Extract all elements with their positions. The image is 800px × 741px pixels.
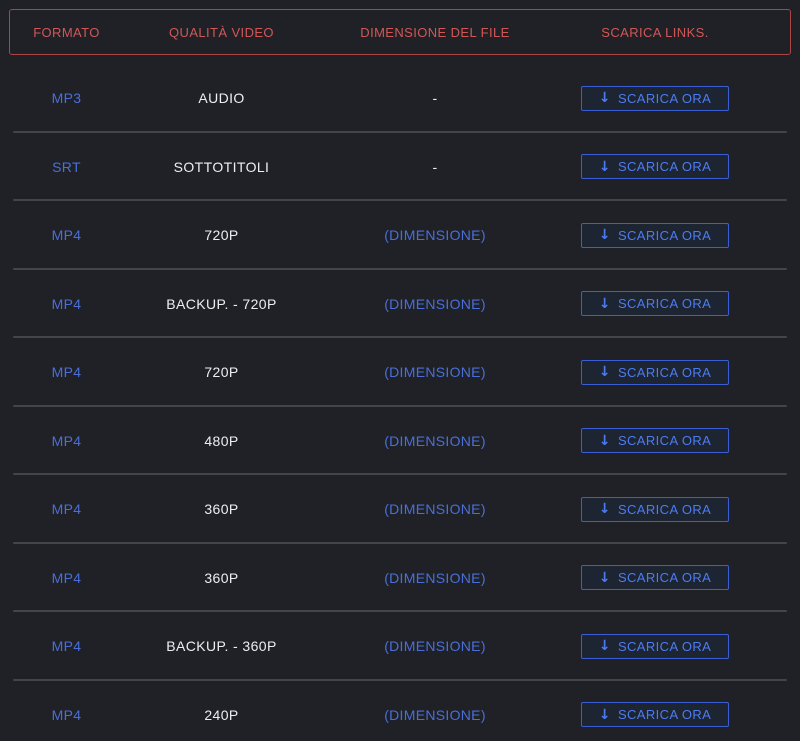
quality-label: 720P [133, 227, 310, 243]
download-arrow-icon: ↓ [599, 160, 611, 174]
file-size-label: (DIMENSIONE) [310, 296, 560, 312]
scarica-ora-button[interactable]: ↓ SCARICA ORA [581, 154, 729, 179]
scarica-ora-label: SCARICA ORA [618, 296, 711, 311]
scarica-ora-label: SCARICA ORA [618, 502, 711, 517]
table-row: MP3 AUDIO - ↓ SCARICA ORA [0, 64, 800, 133]
scarica-ora-label: SCARICA ORA [618, 365, 711, 380]
scarica-ora-button[interactable]: ↓ SCARICA ORA [581, 360, 729, 385]
table-row: MP4 360P (DIMENSIONE) ↓ SCARICA ORA [0, 544, 800, 613]
table-header: FORMATO QUALITÀ VIDEO DIMENSIONE DEL FIL… [0, 0, 800, 64]
format-link[interactable]: MP3 [52, 90, 82, 106]
file-size-label: (DIMENSIONE) [310, 638, 560, 654]
format-link[interactable]: MP4 [52, 227, 82, 243]
scarica-ora-label: SCARICA ORA [618, 707, 711, 722]
file-size-label: (DIMENSIONE) [310, 227, 560, 243]
table-row: MP4 240P (DIMENSIONE) ↓ SCARICA ORA [0, 681, 800, 741]
column-header-scarica-links: SCARICA LINKS. [560, 25, 750, 40]
download-arrow-icon: ↓ [599, 708, 611, 722]
download-arrow-icon: ↓ [599, 228, 611, 242]
quality-label: BACKUP. - 720P [133, 296, 310, 312]
format-link[interactable]: SRT [52, 159, 81, 175]
format-link[interactable]: MP4 [52, 364, 82, 380]
download-links-table: FORMATO QUALITÀ VIDEO DIMENSIONE DEL FIL… [0, 0, 800, 741]
download-arrow-icon: ↓ [599, 639, 611, 653]
scarica-ora-button[interactable]: ↓ SCARICA ORA [581, 634, 729, 659]
scarica-ora-button[interactable]: ↓ SCARICA ORA [581, 428, 729, 453]
download-arrow-icon: ↓ [599, 571, 611, 585]
table-row: MP4 BACKUP. - 360P (DIMENSIONE) ↓ SCARIC… [0, 612, 800, 681]
quality-label: 360P [133, 570, 310, 586]
quality-label: SOTTOTITOLI [133, 159, 310, 175]
file-size-label: (DIMENSIONE) [310, 501, 560, 517]
column-header-formato: FORMATO [0, 25, 133, 40]
download-arrow-icon: ↓ [599, 502, 611, 516]
table-row: MP4 480P (DIMENSIONE) ↓ SCARICA ORA [0, 407, 800, 476]
scarica-ora-label: SCARICA ORA [618, 433, 711, 448]
file-size-label: (DIMENSIONE) [310, 707, 560, 723]
scarica-ora-button[interactable]: ↓ SCARICA ORA [581, 565, 729, 590]
file-size-label: (DIMENSIONE) [310, 433, 560, 449]
file-size-label: - [310, 90, 560, 106]
scarica-ora-button[interactable]: ↓ SCARICA ORA [581, 86, 729, 111]
quality-label: BACKUP. - 360P [133, 638, 310, 654]
quality-label: 360P [133, 501, 310, 517]
file-size-label: (DIMENSIONE) [310, 364, 560, 380]
table-row: SRT SOTTOTITOLI - ↓ SCARICA ORA [0, 133, 800, 202]
table-row: MP4 720P (DIMENSIONE) ↓ SCARICA ORA [0, 338, 800, 407]
scarica-ora-button[interactable]: ↓ SCARICA ORA [581, 497, 729, 522]
scarica-ora-label: SCARICA ORA [618, 228, 711, 243]
format-link[interactable]: MP4 [52, 707, 82, 723]
download-arrow-icon: ↓ [599, 434, 611, 448]
table-row: MP4 720P (DIMENSIONE) ↓ SCARICA ORA [0, 201, 800, 270]
table-row: MP4 BACKUP. - 720P (DIMENSIONE) ↓ SCARIC… [0, 270, 800, 339]
format-link[interactable]: MP4 [52, 296, 82, 312]
column-header-qualita-video: QUALITÀ VIDEO [133, 25, 310, 40]
scarica-ora-label: SCARICA ORA [618, 570, 711, 585]
scarica-ora-button[interactable]: ↓ SCARICA ORA [581, 702, 729, 727]
table-body: MP3 AUDIO - ↓ SCARICA ORA SRT SOTTOTITOL… [0, 64, 800, 741]
format-link[interactable]: MP4 [52, 433, 82, 449]
scarica-ora-button[interactable]: ↓ SCARICA ORA [581, 291, 729, 316]
table-row: MP4 360P (DIMENSIONE) ↓ SCARICA ORA [0, 475, 800, 544]
file-size-label: (DIMENSIONE) [310, 570, 560, 586]
download-arrow-icon: ↓ [599, 365, 611, 379]
column-header-dimensione-del-file: DIMENSIONE DEL FILE [310, 25, 560, 40]
format-link[interactable]: MP4 [52, 570, 82, 586]
quality-label: 480P [133, 433, 310, 449]
scarica-ora-button[interactable]: ↓ SCARICA ORA [581, 223, 729, 248]
table-header-grid: FORMATO QUALITÀ VIDEO DIMENSIONE DEL FIL… [0, 9, 750, 55]
download-arrow-icon: ↓ [599, 91, 611, 105]
format-link[interactable]: MP4 [52, 501, 82, 517]
scarica-ora-label: SCARICA ORA [618, 639, 711, 654]
quality-label: AUDIO [133, 90, 310, 106]
format-link[interactable]: MP4 [52, 638, 82, 654]
file-size-label: - [310, 159, 560, 175]
scarica-ora-label: SCARICA ORA [618, 159, 711, 174]
download-arrow-icon: ↓ [599, 297, 611, 311]
quality-label: 720P [133, 364, 310, 380]
quality-label: 240P [133, 707, 310, 723]
scarica-ora-label: SCARICA ORA [618, 91, 711, 106]
